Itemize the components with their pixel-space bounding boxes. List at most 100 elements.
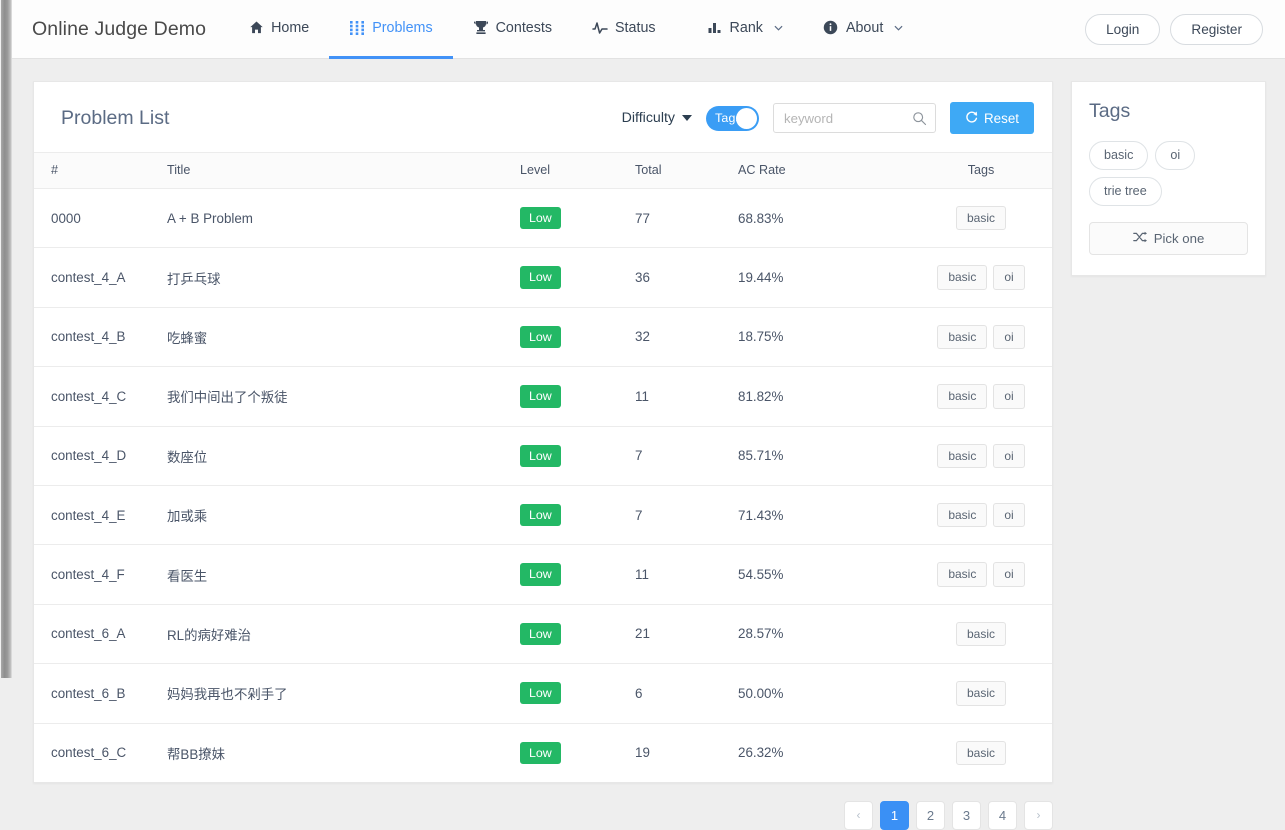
sidebar-tag-basic[interactable]: basic — [1089, 141, 1149, 171]
level-badge: Low — [520, 741, 561, 764]
cell-problem-title[interactable]: A + B Problem — [167, 188, 520, 249]
tags-panel-title: Tags — [1089, 100, 1131, 122]
cell-problem-id[interactable]: 0000 — [34, 188, 167, 249]
table-row[interactable]: contest_4_F 看医生 Low 11 54.55% basic oi — [34, 544, 1052, 605]
cell-problem-id[interactable]: contest_4_A — [34, 247, 167, 308]
login-button[interactable]: Login — [1085, 13, 1161, 45]
pick-one-button[interactable]: Pick one — [1089, 222, 1248, 256]
tag-chip[interactable]: basic — [937, 265, 988, 290]
tag-chip[interactable]: basic — [937, 324, 988, 350]
cell-problem-title[interactable]: RL的病好难治 — [167, 604, 520, 665]
cell-problem-id[interactable]: contest_6_C — [34, 723, 167, 782]
pagination-page-4[interactable]: 4 — [988, 800, 1017, 830]
nav-item-status[interactable]: Status — [572, 0, 687, 59]
cell-tags: basic oi — [910, 366, 1052, 427]
cell-problem-title[interactable]: 妈妈我再也不剁手了 — [167, 663, 520, 724]
cell-ac-rate: 81.82% — [738, 366, 910, 427]
cell-problem-title[interactable]: 看医生 — [167, 544, 520, 605]
scrollbar-thumb[interactable] — [1, 0, 11, 678]
column-header-total[interactable]: Total — [635, 152, 738, 189]
column-header-tags[interactable]: Tags — [910, 152, 1052, 189]
tag-chip[interactable]: oi — [993, 324, 1025, 350]
table-row[interactable]: contest_6_A RL的病好难治 Low 21 28.57% basic — [34, 604, 1052, 665]
tag-chip[interactable]: basic — [955, 621, 1006, 647]
table-row[interactable]: contest_4_E 加或乘 Low 7 71.43% basic oi — [34, 485, 1052, 546]
tags-chip-row: basic oi trie tree — [1089, 141, 1248, 207]
pagination-page-3[interactable]: 3 — [952, 800, 981, 830]
pagination-page-1[interactable]: 1 — [880, 800, 909, 830]
panel-toolbar: Difficulty Tags keyword Reset — [622, 102, 1034, 134]
cell-problem-id[interactable]: contest_4_C — [34, 366, 167, 427]
pick-one-label: Pick one — [1153, 231, 1205, 247]
table-row[interactable]: contest_6_B 妈妈我再也不剁手了 Low 6 50.00% basic — [34, 663, 1052, 724]
search-box[interactable] — [773, 103, 937, 133]
search-input[interactable] — [774, 104, 936, 132]
cell-level: Low — [520, 604, 635, 665]
nav-item-label: Status — [615, 19, 656, 36]
cell-total: 7 — [635, 485, 738, 546]
cell-problem-title[interactable]: 打乒乓球 — [167, 247, 520, 308]
cell-problem-id[interactable]: contest_6_A — [34, 604, 167, 665]
table-row[interactable]: contest_4_A 打乒乓球 Low 36 19.44% basic oi — [34, 247, 1052, 308]
tag-chip[interactable]: oi — [993, 502, 1025, 528]
tag-chip[interactable]: basic — [955, 740, 1006, 765]
cell-problem-id[interactable]: contest_4_F — [34, 544, 167, 605]
pagination-prev[interactable]: ‹ — [844, 800, 873, 830]
tag-chip[interactable]: basic — [937, 384, 988, 409]
column-header-ac-rate[interactable]: AC Rate — [738, 152, 910, 189]
tag-chip[interactable]: oi — [993, 443, 1025, 468]
cell-problem-title[interactable]: 加或乘 — [167, 485, 520, 546]
tag-chip[interactable]: basic — [937, 562, 988, 587]
pagination-next[interactable]: › — [1024, 800, 1053, 830]
search-icon[interactable] — [912, 111, 927, 131]
table-row[interactable]: contest_4_C 我们中间出了个叛徒 Low 11 81.82% basic oi — [34, 366, 1052, 427]
tags-toggle[interactable]: Tags — [706, 105, 760, 131]
nav-item-contests[interactable]: Contests — [453, 0, 572, 59]
page-title: Problem List — [61, 106, 170, 129]
tag-chip[interactable]: oi — [993, 265, 1025, 290]
brand-title[interactable]: Online Judge Demo — [12, 18, 228, 41]
table-row[interactable]: contest_6_C 帮BB撩妹 Low 19 26.32% basic — [34, 723, 1052, 782]
nav-item-problems[interactable]: Problems — [329, 0, 453, 59]
register-button[interactable]: Register — [1170, 13, 1263, 45]
column-header-title[interactable]: Title — [167, 152, 520, 189]
tag-chip[interactable]: oi — [993, 384, 1025, 409]
nav-items: Home Problems Contests Status Rank About — [228, 0, 923, 59]
browser-scrollbar[interactable] — [0, 0, 12, 678]
table-row[interactable]: contest_4_B 吃蜂蜜 Low 32 18.75% basic oi — [34, 307, 1052, 368]
cell-problem-title[interactable]: 我们中间出了个叛徒 — [167, 366, 520, 427]
cell-problem-id[interactable]: contest_4_E — [34, 485, 167, 546]
sidebar-tag-trie-tree[interactable]: trie tree — [1089, 177, 1162, 207]
nav-item-rank[interactable]: Rank — [687, 0, 803, 59]
column-header-id[interactable]: # — [34, 152, 167, 189]
difficulty-dropdown[interactable]: Difficulty — [622, 110, 693, 126]
table-row[interactable]: contest_4_D 数座位 Low 7 85.71% basic oi — [34, 426, 1052, 486]
tag-chip[interactable]: oi — [993, 562, 1025, 587]
cell-level: Low — [520, 485, 635, 546]
reset-button[interactable]: Reset — [950, 102, 1034, 134]
tag-chip[interactable]: basic — [955, 206, 1006, 231]
cell-total: 7 — [635, 426, 738, 486]
cell-problem-title[interactable]: 数座位 — [167, 426, 520, 486]
cell-total: 77 — [635, 188, 738, 249]
sidebar-tag-oi[interactable]: oi — [1155, 141, 1196, 171]
left-column: Problem List Difficulty Tags keyword Res… — [33, 81, 1053, 830]
tag-chip[interactable]: basic — [937, 502, 988, 528]
cell-problem-id[interactable]: contest_4_D — [34, 426, 167, 486]
column-header-level[interactable]: Level — [520, 152, 635, 189]
panel-header: Problem List Difficulty Tags keyword Res… — [34, 82, 1052, 152]
table-row[interactable]: 0000 A + B Problem Low 77 68.83% basic — [34, 188, 1052, 249]
nav-item-home[interactable]: Home — [228, 0, 329, 59]
cell-ac-rate: 54.55% — [738, 544, 910, 605]
cell-problem-title[interactable]: 吃蜂蜜 — [167, 307, 520, 368]
nav-item-about[interactable]: About — [803, 0, 923, 59]
tag-chip[interactable]: basic — [955, 681, 1006, 706]
cell-problem-id[interactable]: contest_4_B — [34, 307, 167, 368]
cell-problem-title[interactable]: 帮BB撩妹 — [167, 723, 520, 782]
tag-chip[interactable]: basic — [937, 443, 988, 468]
pagination-page-2[interactable]: 2 — [916, 800, 945, 830]
cell-level: Low — [520, 723, 635, 782]
cell-problem-id[interactable]: contest_6_B — [34, 663, 167, 724]
problems-table: # Title Level Total AC Rate Tags 0000 A +… — [34, 152, 1052, 782]
grid-icon — [349, 20, 365, 36]
